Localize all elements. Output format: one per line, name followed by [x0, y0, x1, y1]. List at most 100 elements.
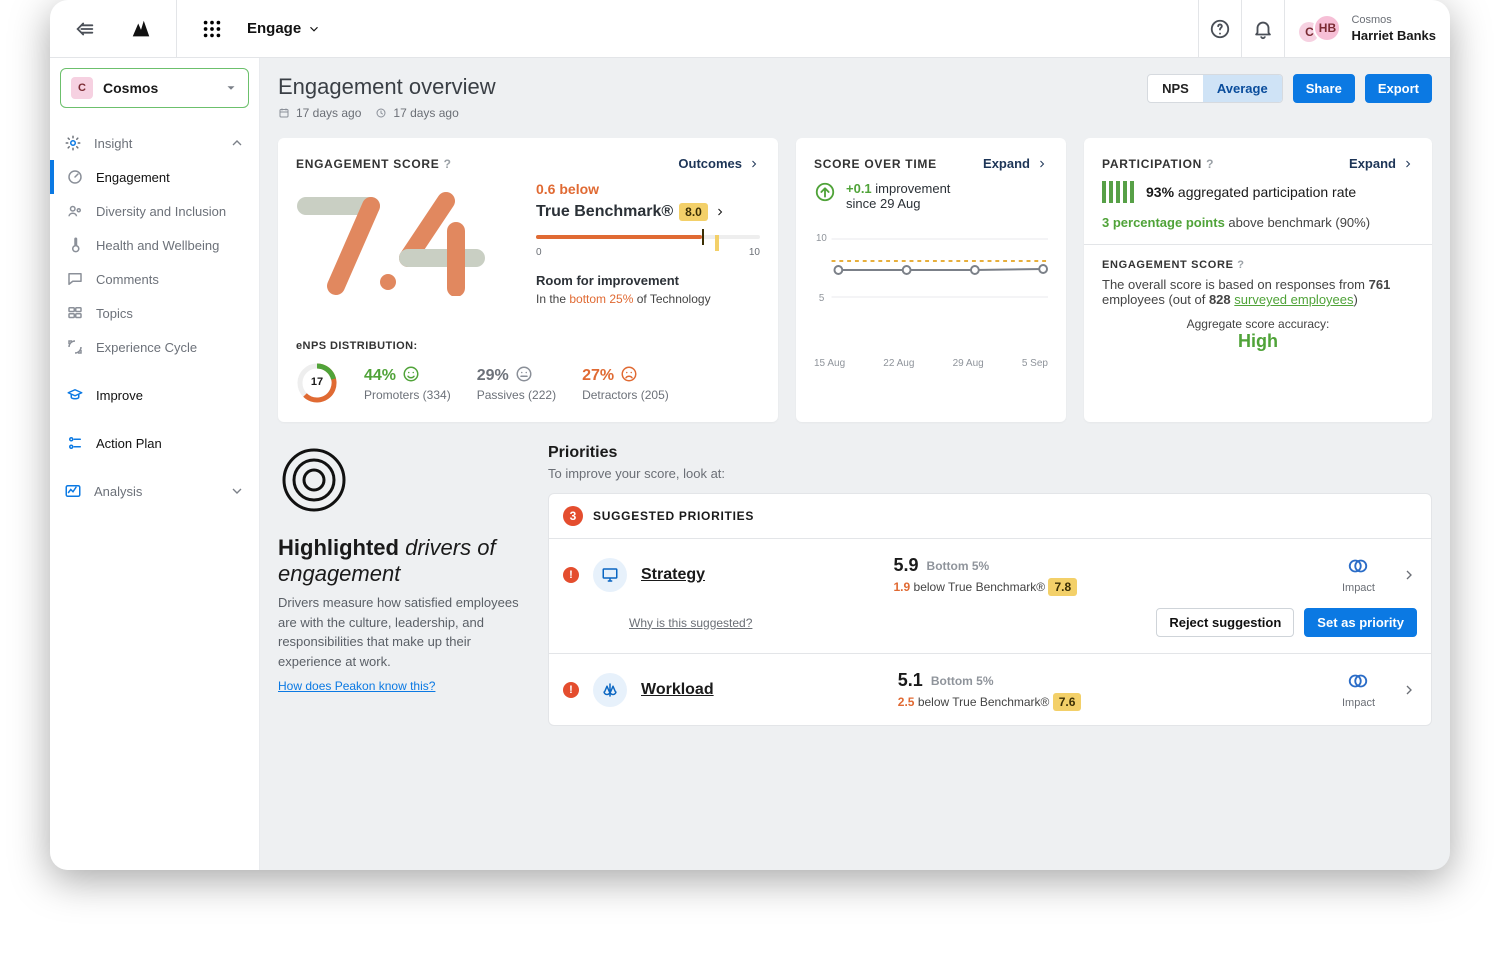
user-menu[interactable]: C HB Cosmos Harriet Banks: [1285, 13, 1450, 45]
brand-logo: [120, 8, 162, 50]
nav-section-insight[interactable]: Insight: [50, 126, 259, 160]
bars-icon: [1102, 181, 1134, 203]
engagement-score-card: ENGAGEMENT SCORE ? Outcomes: [278, 138, 778, 422]
neutral-icon: [515, 365, 533, 388]
priority-benchmark: 2.5 below True Benchmark® 7.6: [898, 695, 1158, 709]
analysis-icon: [64, 482, 82, 500]
topics-icon: [66, 304, 84, 322]
reject-suggestion-button[interactable]: Reject suggestion: [1156, 608, 1294, 637]
smile-icon: [402, 365, 420, 388]
why-suggested-link[interactable]: Why is this suggested?: [629, 616, 752, 630]
last-survey-date: 17 days ago: [278, 106, 361, 120]
enps-gauge: 17: [296, 362, 338, 404]
chevron-down-icon: [307, 22, 321, 36]
org-picker[interactable]: C Cosmos: [60, 68, 249, 108]
participation-card: PARTICIPATION ? Expand 93% aggregated pa…: [1084, 138, 1432, 422]
score-delta: 0.6 below: [536, 181, 760, 197]
sidebar-item-topics[interactable]: Topics: [50, 296, 259, 330]
outcomes-link[interactable]: Outcomes: [678, 156, 760, 171]
cycle-icon: [66, 338, 84, 356]
score-mode-toggle: NPS Average: [1147, 74, 1283, 103]
product-name: Engage: [247, 20, 301, 37]
toggle-nps[interactable]: NPS: [1148, 75, 1203, 102]
accuracy-value: High: [1102, 331, 1414, 352]
export-button[interactable]: Export: [1365, 74, 1432, 103]
sidebar-item-engagement[interactable]: Engagement: [50, 160, 259, 194]
help-icon[interactable]: [1199, 8, 1241, 50]
accuracy-label: Aggregate score accuracy:: [1102, 317, 1414, 331]
chevron-right-icon[interactable]: [1401, 682, 1417, 698]
improvement-text: +0.1 improvementsince 29 Aug: [846, 181, 950, 211]
set-as-priority-button[interactable]: Set as priority: [1304, 608, 1417, 637]
chevron-up-icon: [229, 134, 245, 152]
last-responses-date: 17 days ago: [375, 106, 458, 120]
collapse-sidebar-button[interactable]: [64, 8, 106, 50]
sidebar-item-improve[interactable]: Improve: [50, 378, 259, 412]
priority-score: 5.9Bottom 5%: [894, 555, 1154, 576]
rfi-line: In the bottom 25% of Technology: [536, 292, 760, 306]
score-over-time-card: SCORE OVER TIME Expand +0.1 improvements…: [796, 138, 1066, 422]
people-icon: [66, 202, 84, 220]
chevron-right-icon: [748, 158, 760, 170]
engagement-score-number: [296, 181, 526, 301]
chevron-right-icon: [1402, 158, 1414, 170]
user-name: Harriet Banks: [1351, 28, 1436, 43]
share-button[interactable]: Share: [1293, 74, 1355, 103]
sidebar-item-action-plan[interactable]: Action Plan: [50, 426, 259, 460]
impact-indicator: Impact: [1342, 555, 1375, 594]
calendar-icon: [278, 107, 290, 119]
priority-item: ! Strategy 5.9Bottom 5% 1.9 below True B…: [549, 539, 1431, 654]
chevron-right-icon[interactable]: [1401, 567, 1417, 583]
clock-icon: [375, 107, 387, 119]
expand-sot-link[interactable]: Expand: [983, 156, 1048, 171]
sidebar-item-experience-cycle[interactable]: Experience Cycle: [50, 330, 259, 364]
svg-text:5: 5: [819, 293, 825, 304]
score-chart: 10 5 15 Aug: [814, 229, 1048, 369]
user-company: Cosmos: [1351, 13, 1436, 27]
target-icon: [278, 444, 350, 516]
apps-menu-icon[interactable]: [191, 8, 233, 50]
monitor-icon: [593, 558, 627, 592]
enps-heading: eNPS DISTRIBUTION:: [296, 340, 760, 352]
chevron-down-icon: [224, 81, 238, 95]
benchmark-badge: 8.0: [679, 203, 708, 221]
impact-icon: [1347, 670, 1369, 692]
benchmark-range: [536, 227, 760, 247]
main: Engagement overview 17 days ago 17 days …: [260, 58, 1450, 870]
priority-name-link[interactable]: Strategy: [641, 566, 705, 584]
avatar-stack: C HB: [1299, 14, 1341, 44]
participation-rate: 93% aggregated participation rate: [1146, 184, 1356, 200]
user-avatar: HB: [1313, 14, 1341, 42]
drivers-intro: Highlighted drivers of engagement Driver…: [278, 444, 528, 726]
rfi-title: Room for improvement: [536, 273, 679, 288]
insight-icon: [64, 134, 82, 152]
priority-benchmark: 1.9 below True Benchmark® 7.8: [894, 580, 1154, 594]
enps-detractors: 27% Detractors (205): [582, 365, 669, 402]
expand-participation-link[interactable]: Expand: [1349, 156, 1414, 171]
help-icon[interactable]: ?: [444, 157, 452, 171]
warning-dot-icon: !: [563, 567, 579, 583]
sidebar-item-health[interactable]: Health and Wellbeing: [50, 228, 259, 262]
enps-passives: 29% Passives (222): [477, 365, 556, 402]
benchmark-link[interactable]: True Benchmark® 8.0: [536, 203, 760, 221]
priorities-heading: Priorities: [548, 444, 1432, 462]
surveyed-employees-link[interactable]: surveyed employees: [1234, 292, 1353, 307]
priority-name-link[interactable]: Workload: [641, 681, 714, 699]
action-plan-icon: [66, 434, 84, 452]
frown-icon: [620, 365, 638, 388]
bell-icon[interactable]: [1242, 8, 1284, 50]
sidebar-item-diversity[interactable]: Diversity and Inclusion: [50, 194, 259, 228]
response-count-text: The overall score is based on responses …: [1102, 277, 1414, 307]
graduation-icon: [66, 386, 84, 404]
page-title: Engagement overview: [278, 74, 496, 100]
participation-benchmark: 3 percentage points above benchmark (90%…: [1102, 215, 1414, 230]
suggested-priorities-card: 3 SUGGESTED PRIORITIES ! Strategy 5.9Bot…: [548, 493, 1432, 726]
how-peakon-knows-link[interactable]: How does Peakon know this?: [278, 679, 435, 693]
help-icon[interactable]: ?: [1237, 259, 1244, 271]
gauge-icon: [66, 168, 84, 186]
product-switcher[interactable]: Engage: [247, 20, 321, 37]
nav-section-analysis[interactable]: Analysis: [50, 474, 259, 508]
help-icon[interactable]: ?: [1206, 157, 1214, 171]
toggle-average[interactable]: Average: [1203, 75, 1282, 102]
sidebar-item-comments[interactable]: Comments: [50, 262, 259, 296]
